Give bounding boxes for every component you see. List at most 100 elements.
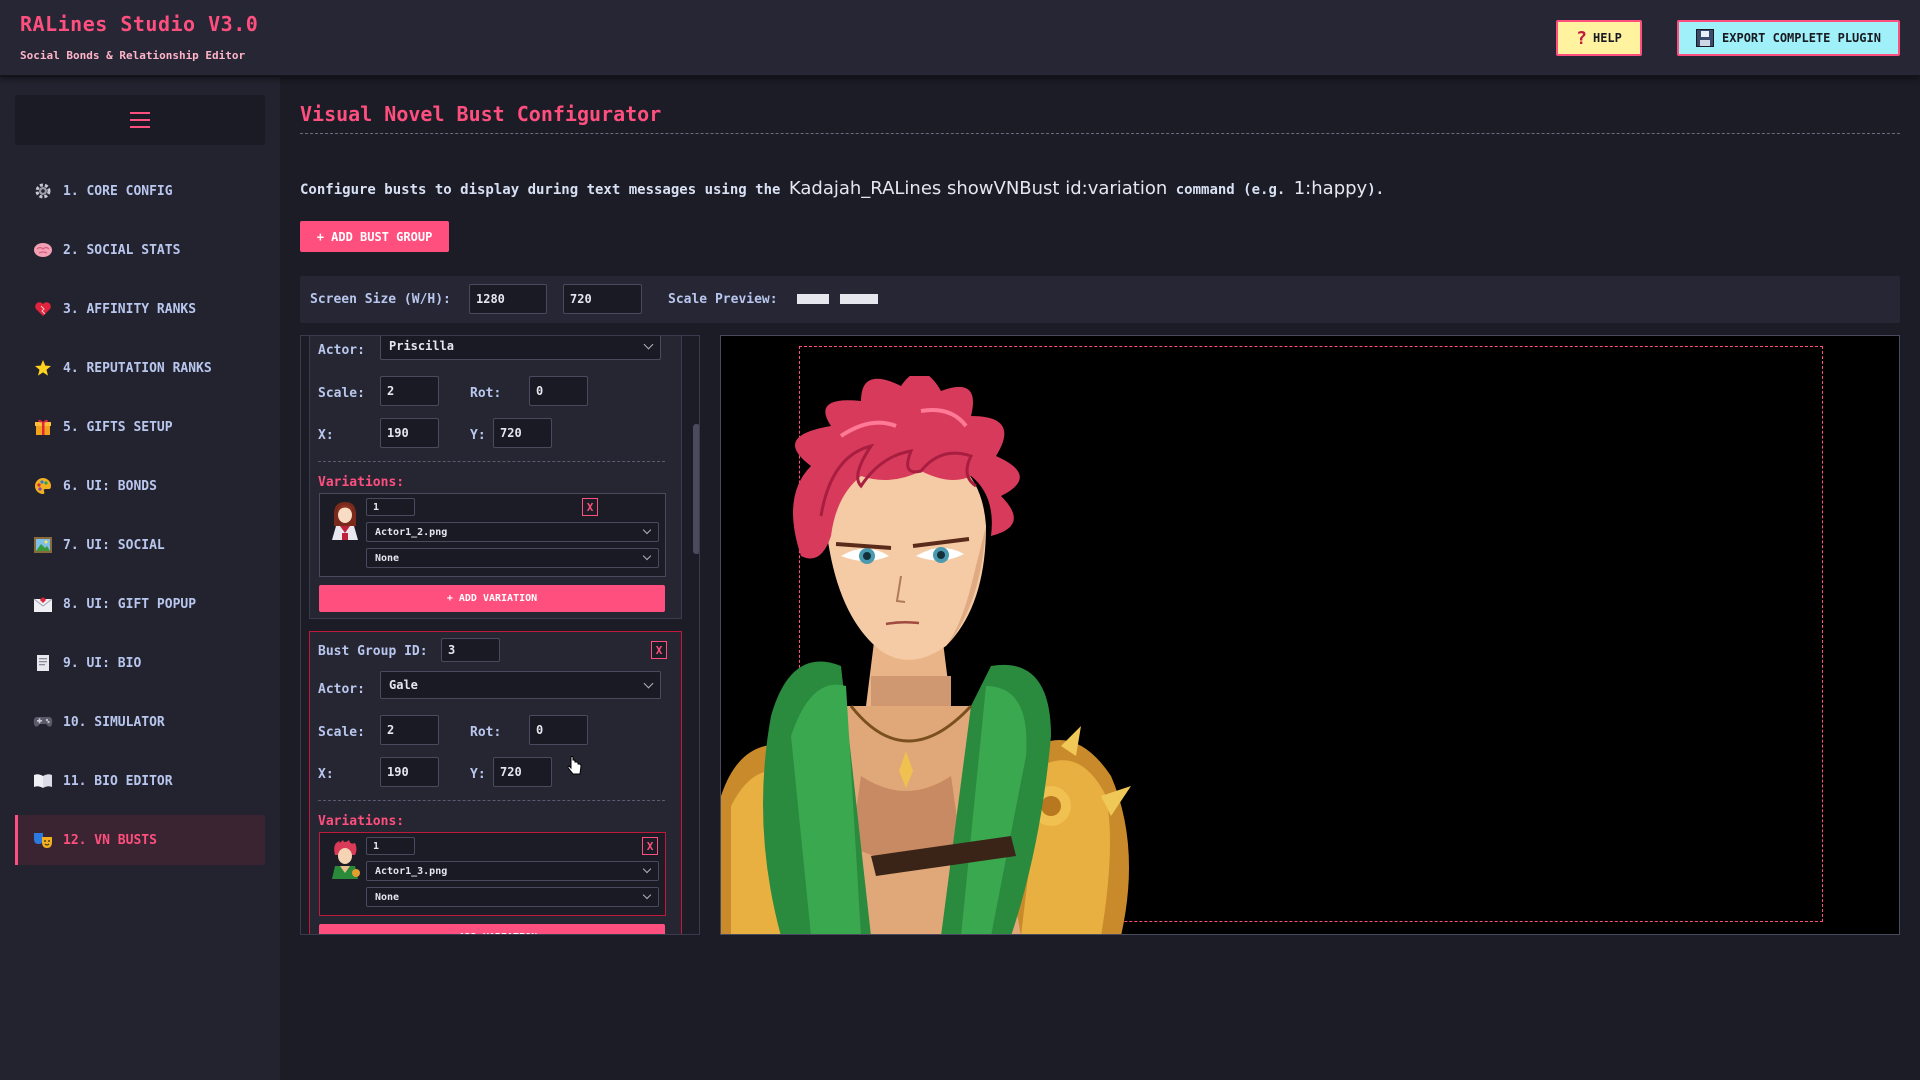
chevron-down-icon xyxy=(643,339,654,350)
sidebar-item-label: 5. GIFTS SETUP xyxy=(63,419,173,435)
rotation-input[interactable] xyxy=(529,376,588,406)
variation-thumbnail xyxy=(332,840,360,879)
variation-row: X Actor1_3.png None xyxy=(319,832,666,916)
rotation-input[interactable] xyxy=(529,715,588,745)
star-icon xyxy=(33,358,53,378)
remove-variation-button[interactable]: X xyxy=(582,498,598,516)
description-suffix: ). xyxy=(1367,182,1385,198)
actor-select-value: Gale xyxy=(389,678,418,692)
gear-icon xyxy=(33,181,53,201)
sidebar-item-simulator[interactable]: 10. SIMULATOR xyxy=(15,697,265,747)
bust-group: Actor: Priscilla Scale: Rot: X: Y: Varia… xyxy=(309,336,682,619)
page-title: Visual Novel Bust Configurator xyxy=(300,102,662,126)
sidebar-item-social-stats[interactable]: 2. SOCIAL STATS xyxy=(15,225,265,275)
scrollbar-thumb[interactable] xyxy=(693,424,699,554)
sidebar-item-ui-bio[interactable]: 9. UI: BIO xyxy=(15,638,265,688)
scale-input[interactable] xyxy=(380,715,439,745)
screen-size-label: Screen Size (W/H): xyxy=(310,292,451,307)
variation-image-select[interactable]: Actor1_3.png xyxy=(366,861,659,881)
sidebar-item-gifts-setup[interactable]: 5. GIFTS SETUP xyxy=(15,402,265,452)
gift-icon xyxy=(33,417,53,437)
screen-size-bar: Screen Size (W/H): Scale Preview: xyxy=(300,276,1900,323)
sidebar-item-affinity-ranks[interactable]: 3. AFFINITY RANKS xyxy=(15,284,265,334)
variation-option-value: None xyxy=(375,552,400,564)
scale-input[interactable] xyxy=(380,376,439,406)
variation-option-select[interactable]: None xyxy=(366,887,659,907)
divider xyxy=(318,461,665,462)
add-bust-group-button[interactable]: + ADD BUST GROUP xyxy=(300,221,449,252)
character-bust-image[interactable] xyxy=(721,376,1241,935)
floppy-disk-icon xyxy=(1696,29,1715,47)
sidebar-item-label: 9. UI: BIO xyxy=(63,655,142,671)
palette-icon xyxy=(33,476,53,496)
help-button[interactable]: ? HELP xyxy=(1556,20,1642,56)
actor-select-value: Priscilla xyxy=(389,339,455,353)
add-variation-button[interactable]: + ADD VARIATION xyxy=(319,585,665,612)
description-prefix: Configure busts to display during text m… xyxy=(300,182,789,198)
sidebar-item-vn-busts[interactable]: 12. VN BUSTS xyxy=(15,815,265,865)
y-input[interactable] xyxy=(493,418,552,448)
sidebar-item-label: 2. SOCIAL STATS xyxy=(63,242,181,258)
y-input[interactable] xyxy=(493,757,552,787)
sidebar-item-label: 7. UI: SOCIAL xyxy=(63,537,165,553)
variation-thumbnail xyxy=(332,502,358,540)
bust-group-id-input[interactable] xyxy=(441,638,500,662)
variation-image-value: Actor1_3.png xyxy=(375,865,448,877)
sidebar-item-core-config[interactable]: 1. CORE CONFIG xyxy=(15,166,265,216)
variation-image-select[interactable]: Actor1_2.png xyxy=(366,522,659,542)
export-plugin-button[interactable]: EXPORT COMPLETE PLUGIN xyxy=(1677,20,1900,56)
sidebar-item-bio-editor[interactable]: 11. BIO EDITOR xyxy=(15,756,265,806)
scale-preview-swatch xyxy=(840,294,878,304)
menu-toggle-button[interactable] xyxy=(15,95,265,145)
remove-variation-button[interactable]: X xyxy=(642,837,658,855)
sidebar-item-ui-bonds[interactable]: 6. UI: BONDS xyxy=(15,461,265,511)
bust-group: Bust Group ID: X Actor: Gale Scale: Rot:… xyxy=(309,631,682,934)
sidebar-item-reputation-ranks[interactable]: 4. REPUTATION RANKS xyxy=(15,343,265,393)
x-label: X: xyxy=(318,428,334,443)
chevron-down-icon xyxy=(642,864,652,874)
rot-label: Rot: xyxy=(470,386,502,401)
variation-option-select[interactable]: None xyxy=(366,548,659,568)
sidebar: 1. CORE CONFIG 2. SOCIAL STATS 3. AFFINI… xyxy=(0,77,280,1080)
sidebar-item-ui-social[interactable]: 7. UI: SOCIAL xyxy=(15,520,265,570)
screen-width-input[interactable] xyxy=(469,284,547,314)
document-icon xyxy=(33,653,53,673)
sidebar-item-label: 12. VN BUSTS xyxy=(63,832,157,848)
x-label: X: xyxy=(318,767,334,782)
bust-groups-panel[interactable]: Actor: Priscilla Scale: Rot: X: Y: Varia… xyxy=(300,335,700,935)
sidebar-item-ui-gift-popup[interactable]: 8. UI: GIFT POPUP xyxy=(15,579,265,629)
sidebar-item-label: 8. UI: GIFT POPUP xyxy=(63,596,197,612)
remove-bust-group-button[interactable]: X xyxy=(651,641,667,659)
envelope-icon xyxy=(33,594,53,614)
description: Configure busts to display during text m… xyxy=(300,178,1384,199)
y-label: Y: xyxy=(470,428,486,443)
book-icon xyxy=(33,771,53,791)
brain-icon xyxy=(33,240,53,260)
y-label: Y: xyxy=(470,767,486,782)
scale-label: Scale: xyxy=(318,386,365,401)
hamburger-icon xyxy=(130,112,150,128)
actor-select[interactable]: Priscilla xyxy=(380,336,661,360)
sidebar-item-label: 6. UI: BONDS xyxy=(63,478,157,494)
mouse-cursor-icon xyxy=(567,756,582,775)
variation-row: X Actor1_2.png None xyxy=(319,493,666,577)
export-label: EXPORT COMPLETE PLUGIN xyxy=(1722,31,1881,45)
variation-id-input[interactable] xyxy=(366,837,415,855)
x-input[interactable] xyxy=(380,418,439,448)
screen-height-input[interactable] xyxy=(563,284,642,314)
sidebar-item-label: 11. BIO EDITOR xyxy=(63,773,173,789)
chevron-down-icon xyxy=(643,678,654,689)
description-example: 1:happy xyxy=(1293,178,1368,199)
bust-preview-canvas[interactable] xyxy=(720,335,1900,935)
description-mid: command (e.g. xyxy=(1167,182,1294,198)
actor-select[interactable]: Gale xyxy=(380,671,661,699)
heart-icon xyxy=(33,299,53,319)
rot-label: Rot: xyxy=(470,725,502,740)
actor-label: Actor: xyxy=(318,343,365,358)
add-variation-button[interactable]: + ADD VARIATION xyxy=(319,924,665,934)
variations-label: Variations: xyxy=(318,475,405,490)
variation-id-input[interactable] xyxy=(366,498,415,516)
x-input[interactable] xyxy=(380,757,439,787)
masks-icon xyxy=(33,830,53,850)
question-icon: ? xyxy=(1576,27,1587,49)
